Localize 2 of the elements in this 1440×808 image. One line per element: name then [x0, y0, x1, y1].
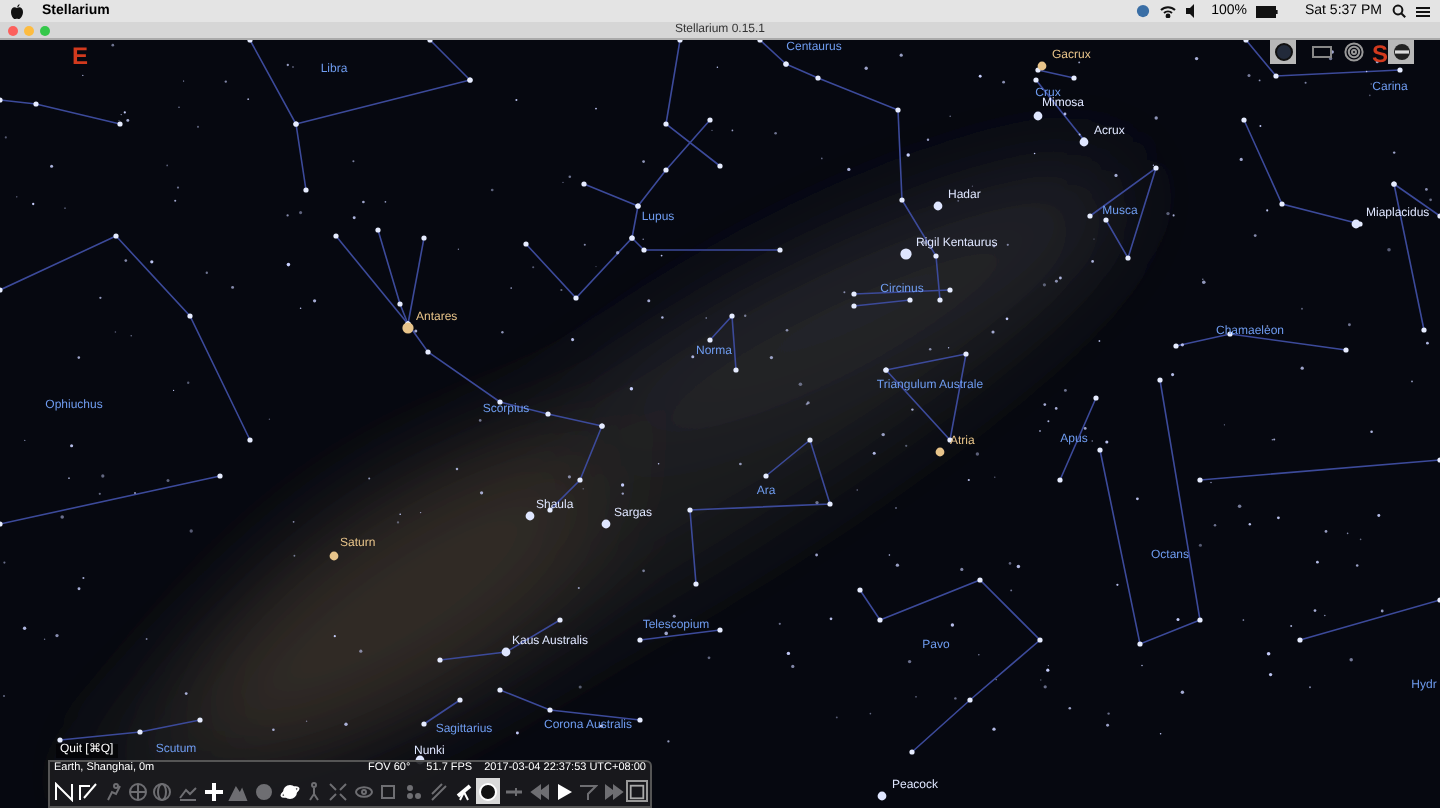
compass-letter: E [72, 44, 88, 68]
compass-letter: S [1372, 42, 1388, 66]
